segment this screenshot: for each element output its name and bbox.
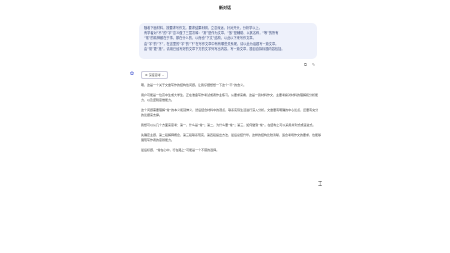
thinking-icon: ⚙ (145, 73, 148, 77)
response-paragraph: 这个问题需要理解“常”的本义和延伸义，然后结合材料中的观点，联系实际生活进行深入… (141, 107, 319, 118)
user-message-line: 由“常”更“旅”。请用已经写好的文章下方的文字列写出内容，写一篇文章，题目自拟标… (144, 46, 285, 51)
response-paragraph: 先确定主题，第二段解释概念，第三段联系现实，第四段提出方法，最后总结升华。这样的… (141, 132, 322, 143)
chevron-down-icon: ⌄ (161, 73, 165, 77)
response-paragraph: 嗯，这是一个关于文章写作的结构性问题。让我仔细想想一下这个“不”的含义。 (141, 83, 247, 87)
response-paragraph: 最后标题，“常在心中，行在路上”可能是一个不错的选择。 (141, 147, 220, 152)
model-label: 深度思考 (148, 73, 161, 77)
response-paragraph: 用户可能是一位高中生或大学生，正在准备写作考试或者作业练习。从要求来看，这是一篇… (141, 92, 319, 103)
assistant-logo-icon: ✿ (129, 71, 135, 77)
page-title: 新对话 (219, 5, 231, 10)
copy-icon[interactable]: ⧉ (304, 63, 307, 67)
user-message-bubble: 随着下面材料，按要求写作文。要求结果利明，立意深远，针对开头，分析学以上。 有学… (139, 23, 317, 59)
assistant-response: 嗯，这是一个关于文章写作的结构性问题。让我仔细想想一下这个“不”的含义。 用户可… (141, 83, 321, 157)
response-paragraph: 我想可以从几个方面来思考：第一，什么是“常”；第二，为什么要“常”；第三，如何做… (141, 122, 316, 127)
mouse-cursor-icon: ⌶ (318, 180, 323, 188)
edit-icon[interactable]: ✎ (312, 63, 315, 67)
message-actions: ⧉ ✎ (304, 63, 315, 67)
model-selector-button[interactable]: ⚙ 深度思考 ⌄ (141, 71, 169, 79)
